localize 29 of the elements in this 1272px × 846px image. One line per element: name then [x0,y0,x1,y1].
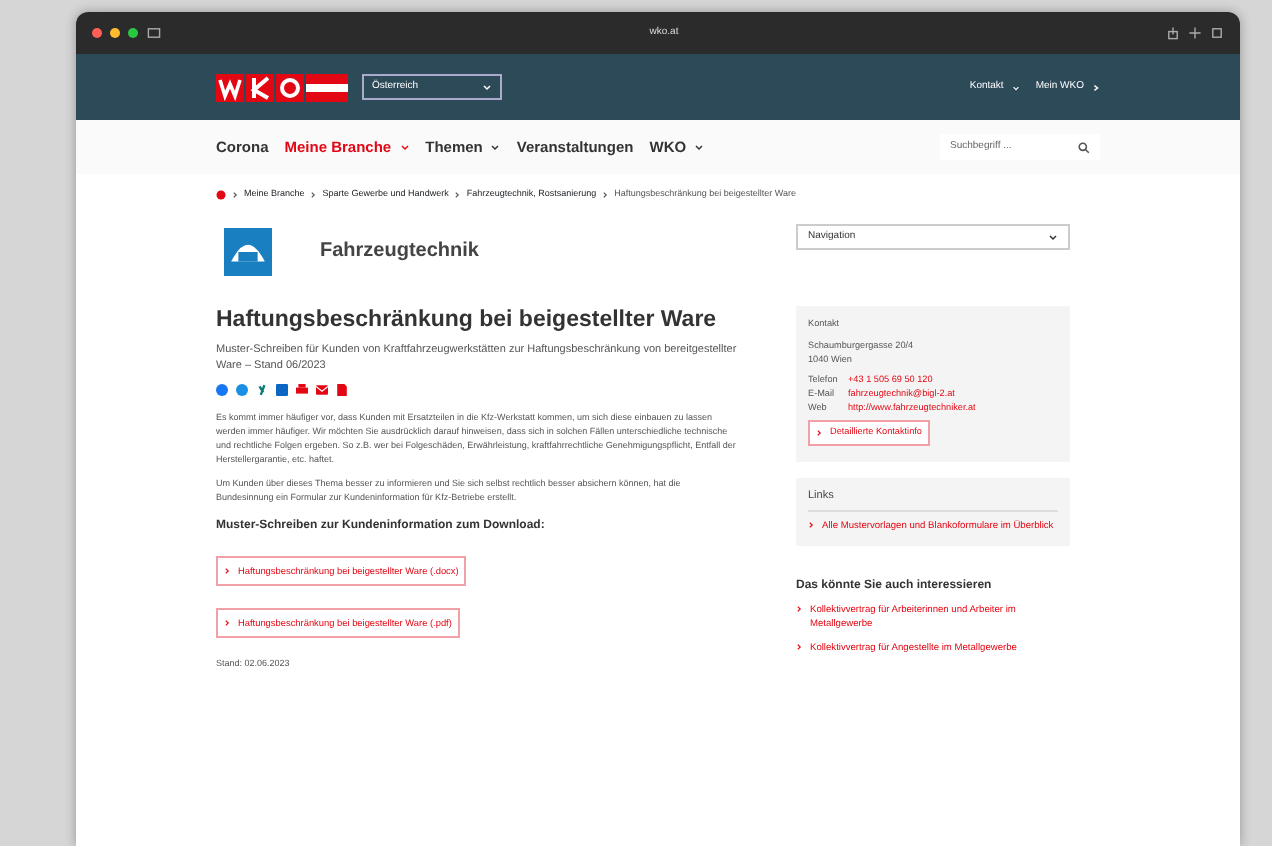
search-icon[interactable] [1078,141,1090,153]
chevron-right-icon [232,191,238,198]
chevron-right-icon [796,643,802,649]
chevron-right-icon [816,430,822,437]
print-icon[interactable] [296,384,308,397]
pdf-icon[interactable] [336,384,348,397]
mail-icon[interactable] [316,384,328,397]
chevron-right-icon [808,522,814,529]
article-title: Haftungsbeschränkung bei beigestellter Ware [216,307,719,336]
chevron-down-icon [482,82,492,92]
chevron-right-icon [310,191,317,198]
chevron-down-icon [399,142,410,152]
chevron-down-icon [694,142,705,152]
chevron-right-icon [1092,83,1100,91]
logo-drawing[interactable] [216,73,348,101]
chevron-right-icon [602,191,609,198]
new-tab-icon[interactable] [1187,26,1202,40]
chevron-right-icon [224,568,230,575]
chevron-right-icon [454,191,461,198]
home-icon[interactable] [216,189,226,200]
chevron-down-icon [1048,231,1058,242]
sidebar-icon[interactable] [146,26,162,40]
tabs-icon[interactable] [1209,26,1224,40]
branch-name: Fahrzeugtechnik [320,238,479,267]
chevron-right-icon [796,605,802,612]
chevron-down-icon [1011,83,1020,91]
chevron-right-icon [224,620,230,627]
share-icon[interactable] [1165,26,1180,40]
chevron-down-icon [490,142,501,152]
